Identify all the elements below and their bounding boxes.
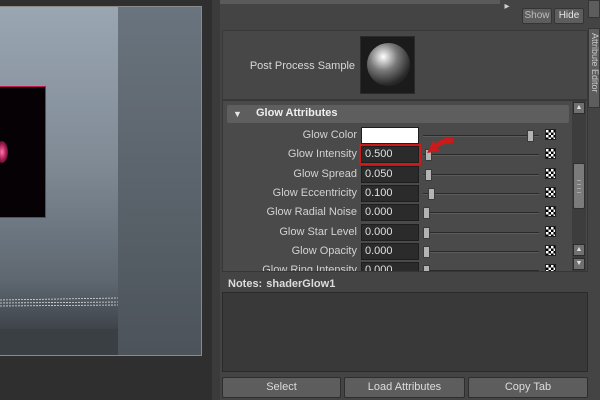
attribute-label: Glow Eccentricity <box>272 187 357 199</box>
side-tab-label: Attribute Editor <box>590 33 600 93</box>
attribute-slider[interactable] <box>423 227 539 239</box>
notes-textarea[interactable] <box>222 292 588 372</box>
attribute-row: Glow Intensity 0.500 <box>223 137 569 165</box>
attribute-slider[interactable] <box>423 188 539 200</box>
section-title: Glow Attributes <box>256 107 338 119</box>
notes-label: Notes: <box>228 278 263 290</box>
map-texture-icon[interactable] <box>545 226 556 237</box>
sample-label: Post Process Sample <box>249 60 355 72</box>
glow-color-swatch[interactable] <box>361 127 419 144</box>
notes-header: Notes: shaderGlow1 <box>222 276 588 292</box>
ground-grid <box>0 297 118 307</box>
attribute-slider[interactable] <box>423 265 539 271</box>
scroll-up-button-lower[interactable]: ▲ <box>573 244 585 256</box>
scrollbar[interactable]: ▲ ▲ ▼ <box>572 101 586 271</box>
notes-label-group: Notes: shaderGlow1 <box>228 278 335 290</box>
render-preview <box>0 86 46 218</box>
panel-divider[interactable] <box>212 0 220 400</box>
grip-line <box>577 180 581 181</box>
viewport[interactable] <box>0 6 202 356</box>
section-header[interactable]: ▼ Glow Attributes <box>227 105 569 123</box>
attribute-slider[interactable] <box>423 169 539 181</box>
scroll-down-button[interactable]: ▼ <box>573 258 585 270</box>
attribute-label: Glow Intensity <box>287 148 357 160</box>
scroll-thumb[interactable] <box>573 163 585 209</box>
red-arrow-icon <box>427 137 453 153</box>
attribute-slider[interactable] <box>423 207 539 219</box>
map-texture-icon[interactable] <box>545 245 556 256</box>
map-texture-icon[interactable] <box>545 129 556 140</box>
attribute-value-field[interactable]: 0.050 <box>361 166 419 183</box>
glow-spot <box>0 141 8 163</box>
attribute-row: Glow Ring Intensity 0.000 <box>223 262 569 272</box>
top-bar <box>220 0 500 4</box>
grip-line <box>577 184 581 185</box>
map-texture-icon[interactable] <box>545 264 556 271</box>
attribute-row: Glow Color <box>223 127 569 145</box>
attribute-value-field[interactable]: 0.000 <box>361 262 419 271</box>
slider-handle[interactable] <box>428 188 435 200</box>
attribute-row: Glow Star Level 0.000 <box>223 224 569 242</box>
sample-sphere <box>367 43 410 86</box>
slider-handle[interactable] <box>527 130 534 142</box>
attribute-label: Glow Color <box>302 129 357 141</box>
map-texture-icon[interactable] <box>545 168 556 179</box>
notes-node-name: shaderGlow1 <box>266 278 336 290</box>
map-texture-icon[interactable] <box>545 206 556 217</box>
sample-panel: Post Process Sample <box>222 30 588 100</box>
attribute-label: Glow Star Level <box>279 226 357 238</box>
slider-handle[interactable] <box>425 169 432 181</box>
attribute-label: Glow Opacity <box>291 245 357 257</box>
attribute-editor-tab[interactable]: Attribute Editor <box>588 28 600 108</box>
show-button[interactable]: Show <box>522 8 552 24</box>
attribute-label: Glow Spread <box>293 168 357 180</box>
viewport-side-region <box>118 7 201 355</box>
highlight-box <box>359 144 421 165</box>
slider-handle[interactable] <box>423 227 430 239</box>
attribute-editor: ▸ Show Hide Attribute Editor Post Proces… <box>220 0 600 400</box>
grip-line <box>577 188 581 189</box>
copy-tab-button[interactable]: Copy Tab <box>468 377 588 398</box>
attribute-row: Glow Spread 0.050 <box>223 166 569 184</box>
attribute-row: Glow Radial Noise 0.000 <box>223 204 569 222</box>
load-attributes-button[interactable]: Load Attributes <box>344 377 465 398</box>
attribute-value-field[interactable]: 0.000 <box>361 243 419 260</box>
tab-icon[interactable]: ▸ <box>500 0 514 14</box>
slider-handle[interactable] <box>423 207 430 219</box>
attribute-row: Glow Opacity 0.000 <box>223 243 569 261</box>
side-tab-top[interactable] <box>588 0 600 18</box>
map-texture-icon[interactable] <box>545 187 556 198</box>
attribute-value-field[interactable]: 0.000 <box>361 224 419 241</box>
attribute-label: Glow Radial Noise <box>266 206 357 218</box>
attribute-label: Glow Ring Intensity <box>262 264 357 272</box>
viewport-floor <box>0 329 118 355</box>
attribute-value-field[interactable]: 0.100 <box>361 185 419 202</box>
select-button[interactable]: Select <box>222 377 341 398</box>
attribute-slider[interactable] <box>423 246 539 258</box>
sample-swatch[interactable] <box>360 36 415 94</box>
triangle-down-icon: ▼ <box>233 109 242 119</box>
scroll-up-button[interactable]: ▲ <box>573 102 585 114</box>
glow-attributes-section: ▼ Glow Attributes Glow Color Glow Intensi… <box>222 100 588 272</box>
grip-line <box>577 192 581 193</box>
viewport-panel <box>0 0 212 400</box>
map-texture-icon[interactable] <box>545 148 556 159</box>
attribute-row: Glow Eccentricity 0.100 <box>223 185 569 203</box>
top-toolbar: ▸ Show Hide <box>220 0 600 28</box>
hide-button[interactable]: Hide <box>554 8 584 24</box>
attribute-value-field[interactable]: 0.000 <box>361 204 419 221</box>
slider-handle[interactable] <box>423 246 430 258</box>
slider-handle[interactable] <box>423 265 430 271</box>
